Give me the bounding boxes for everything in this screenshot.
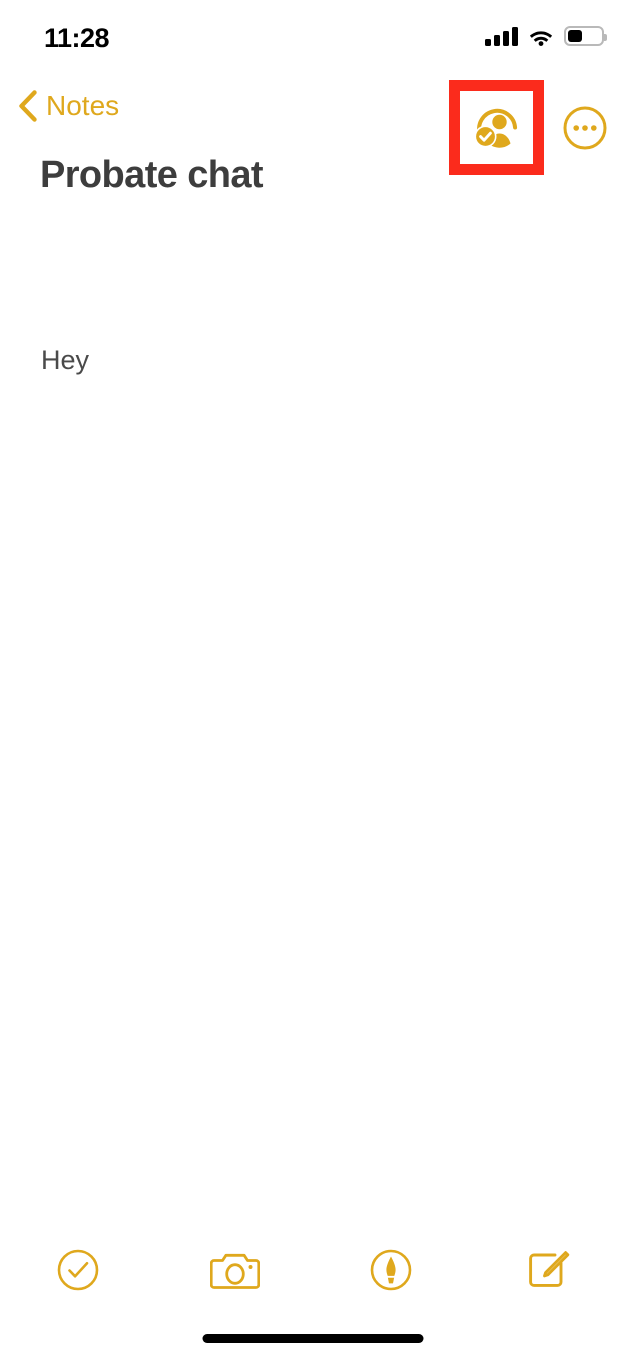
signal-bar xyxy=(494,34,500,46)
signal-bar xyxy=(485,38,491,46)
battery-fill xyxy=(568,30,583,42)
status-time: 11:28 xyxy=(44,23,110,53)
note-body-text[interactable]: Hey xyxy=(41,343,89,377)
camera-button[interactable] xyxy=(157,1235,314,1305)
chevron-left-icon xyxy=(19,90,37,122)
compose-square-pencil-icon xyxy=(528,1251,569,1287)
bottom-toolbar xyxy=(0,1235,626,1305)
markup-pen-circle-icon xyxy=(370,1249,412,1291)
back-to-notes-button[interactable]: Notes xyxy=(18,78,119,134)
battery-tip xyxy=(604,34,607,41)
note-title[interactable]: Probate chat xyxy=(40,152,264,198)
more-options-button[interactable] xyxy=(562,105,608,151)
battery-icon xyxy=(564,26,607,46)
collaborate-button-highlight[interactable] xyxy=(449,80,544,175)
home-indicator-bar xyxy=(202,1334,424,1343)
status-bar: 11:28 xyxy=(0,0,626,72)
ellipsis-circle-icon xyxy=(563,106,607,149)
nav-actions xyxy=(449,80,608,175)
navigation-bar: Notes xyxy=(0,78,626,175)
camera-icon xyxy=(209,1253,260,1289)
checklist-button[interactable] xyxy=(0,1235,157,1305)
person-badge-check-icon xyxy=(474,108,517,148)
signal-bar xyxy=(512,26,518,46)
markup-button[interactable] xyxy=(313,1235,470,1305)
back-button-label: Notes xyxy=(46,90,120,121)
compose-button[interactable] xyxy=(470,1235,626,1305)
cellular-signal-icon xyxy=(485,26,518,46)
wifi-icon xyxy=(529,30,553,46)
signal-bar xyxy=(503,30,509,46)
status-indicators xyxy=(485,26,607,46)
notes-app-screen: 11:28 Notes Probate chat Hey xyxy=(0,0,626,1355)
checklist-circle-icon xyxy=(57,1249,99,1291)
